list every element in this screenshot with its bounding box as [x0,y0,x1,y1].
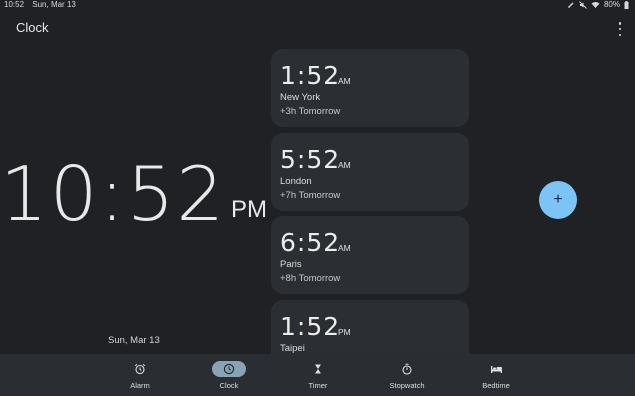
plus-icon: + [553,191,563,208]
nav-item-alarm[interactable]: Alarm [105,354,175,396]
city-name: Paris [280,259,302,270]
mute-icon [579,0,587,9]
nav-item-clock[interactable]: Clock [194,354,264,396]
city-ampm: PM [338,327,351,337]
wifi-icon [591,1,600,8]
nav-item-bedtime[interactable]: Bedtime [461,354,531,396]
city-name: London [280,176,312,187]
city-ampm: AM [338,160,351,170]
stopwatch-icon [402,363,412,375]
main-clock-ampm: PM [231,196,267,223]
city-time-difference: +8h Tomorrow [280,273,341,284]
city-time: 1:52 [280,61,341,90]
city-ampm: AM [338,243,351,253]
nav-label-timer: Timer [308,381,328,390]
hourglass-icon [315,364,321,374]
world-clock-list[interactable]: 1:52 AM New York +3h Tomorrow 5:52 AM Lo… [271,49,469,354]
city-time: 5:52 [280,145,341,174]
battery-percent: 80% [603,0,620,9]
city-card[interactable]: 1:52 AM New York +3h Tomorrow [271,49,469,127]
city-card[interactable]: 6:52 AM Paris +8h Tomorrow [271,216,469,294]
more-options-icon[interactable] [616,22,624,36]
add-city-button[interactable]: + [539,181,577,219]
status-bar: 10:52 Sun, Mar 13 80% [0,0,635,12]
city-time-difference: +3h Tomorrow [280,106,341,117]
main-clock-date: Sun, Mar 13 [108,335,160,346]
nav-label-stopwatch: Stopwatch [389,381,425,390]
bed-icon [490,366,502,373]
alarm-icon [134,363,146,375]
city-name: New York [280,92,321,103]
app-title: Clock [16,20,49,35]
city-card[interactable]: 5:52 AM London +7h Tomorrow [271,133,469,211]
city-time-difference: +7h Tomorrow [280,190,341,201]
city-time: 6:52 [280,228,341,257]
nav-item-timer[interactable]: Timer [283,354,353,396]
bottom-navigation: Alarm Clock Timer Stopwatch Bedtime [0,354,635,396]
battery-icon [624,0,629,9]
nav-label-bedtime: Bedtime [482,381,510,390]
status-date: Sun, Mar 13 [32,0,76,9]
edit-icon [567,2,574,8]
city-time: 1:52 [280,312,341,341]
nav-label-alarm: Alarm [130,381,150,390]
status-left: 10:52 Sun, Mar 13 [4,0,82,9]
clock-icon [223,363,235,375]
city-card[interactable]: 1:52 PM Taipei [271,300,469,354]
nav-item-stopwatch[interactable]: Stopwatch [372,354,442,396]
nav-label-clock: Clock [219,381,239,390]
status-time: 10:52 [4,0,25,9]
main-clock-time: 10:52 [0,150,227,238]
status-right: 80% [567,0,629,9]
city-name: Taipei [280,343,305,354]
city-ampm: AM [338,76,351,86]
